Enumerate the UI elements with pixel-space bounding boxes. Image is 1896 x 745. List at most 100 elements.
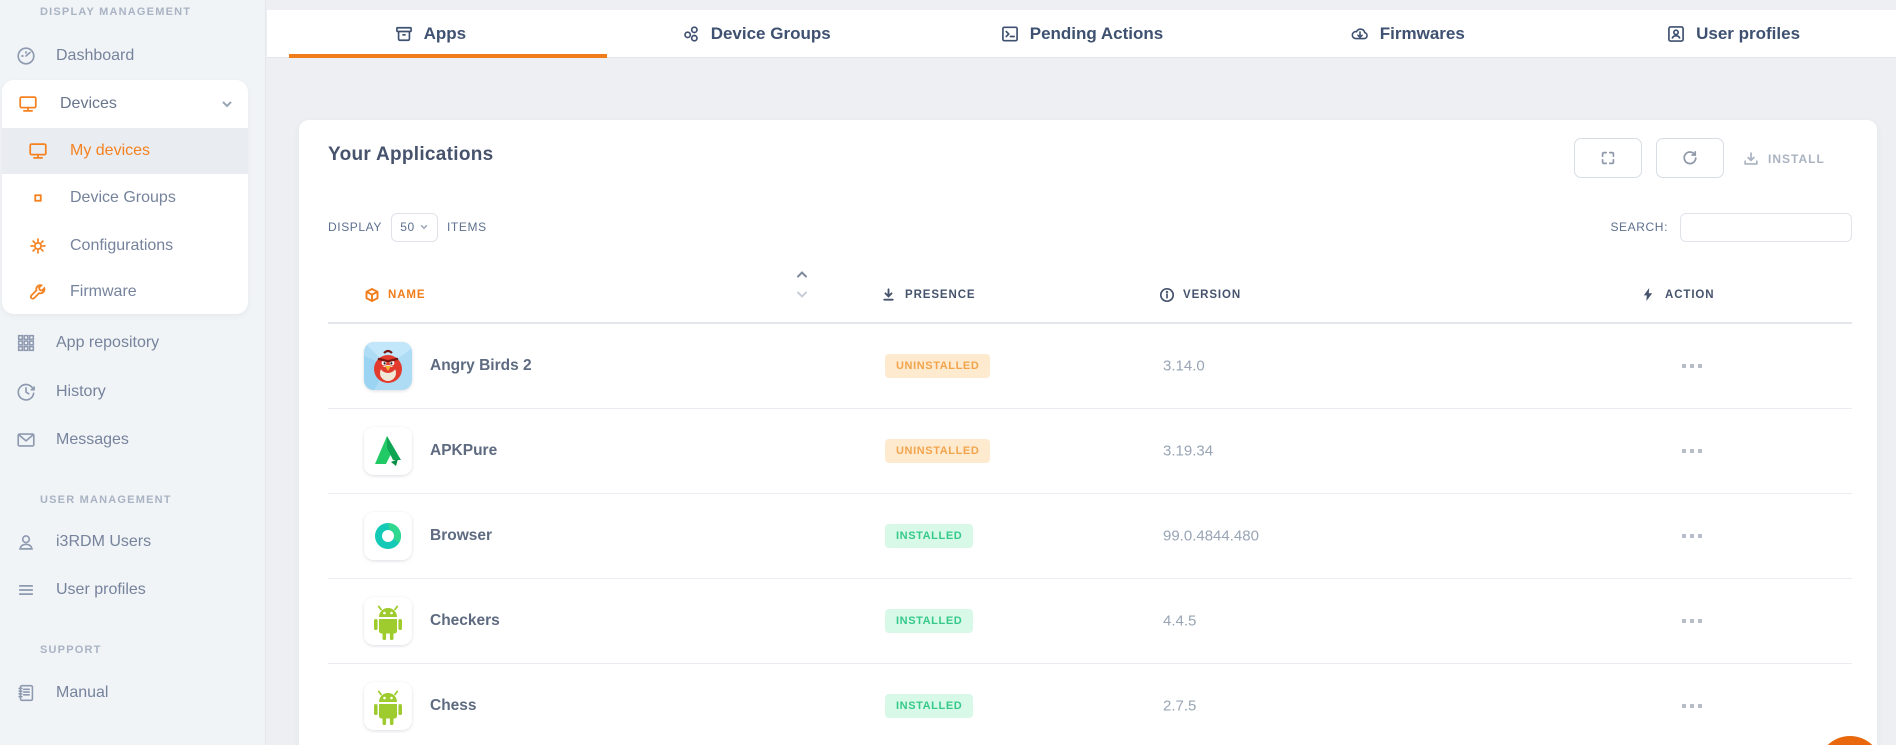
sidebar-item-device-groups[interactable]: Device Groups — [2, 178, 248, 218]
sidebar-item-history[interactable]: History — [0, 372, 266, 412]
table-header: NAME PRESENCE VERSION — [299, 280, 1877, 310]
tab-apps[interactable]: Apps — [267, 10, 593, 57]
monitor-icon — [16, 92, 40, 116]
small-square-icon — [26, 186, 50, 210]
sidebar-item-label: Devices — [60, 95, 117, 113]
app-name: Browser — [430, 527, 492, 545]
sidebar-item-label: Dashboard — [56, 47, 134, 65]
sidebar-item-user-profiles[interactable]: User profiles — [0, 570, 266, 610]
sidebar-item-my-devices[interactable]: My devices — [2, 128, 248, 174]
table-row[interactable]: Browser INSTALLED 99.0.4844.480 — [328, 493, 1852, 578]
list-lines-icon — [14, 578, 38, 602]
sidebar-item-label: Manual — [56, 684, 108, 702]
sidebar-item-configurations[interactable]: Configurations — [2, 226, 248, 266]
app-name: Chess — [430, 697, 477, 715]
sidebar-item-label: History — [56, 383, 106, 401]
refresh-button[interactable] — [1656, 138, 1724, 178]
row-actions-menu-icon[interactable] — [1682, 449, 1702, 453]
sidebar-section-support: SUPPORT — [40, 644, 102, 656]
table-row[interactable]: APKPure UNINSTALLED 3.19.34 — [328, 408, 1852, 493]
tab-user-profiles[interactable]: User profiles — [1570, 10, 1896, 57]
page-size-value: 50 — [400, 220, 415, 234]
sidebar-item-label: i3RDM Users — [56, 533, 151, 551]
tab-firmwares[interactable]: Firmwares — [1244, 10, 1570, 57]
presence-badge: INSTALLED — [885, 524, 973, 548]
presence-badge: UNINSTALLED — [885, 439, 990, 463]
install-label: INSTALL — [1768, 152, 1825, 166]
chevron-down-icon — [419, 222, 429, 232]
info-icon — [1159, 287, 1175, 303]
sidebar-item-i3rdm-users[interactable]: i3RDM Users — [0, 522, 266, 562]
wrench-icon — [26, 280, 50, 304]
table-row[interactable]: Checkers INSTALLED 4.4.5 — [328, 578, 1852, 663]
angry-birds-app-icon — [364, 342, 412, 390]
table-row[interactable]: Angry Birds 2 UNINSTALLED 3.14.0 — [328, 323, 1852, 408]
sidebar-item-label: Messages — [56, 431, 129, 449]
chevron-down-icon — [220, 97, 234, 111]
install-download-icon — [1742, 150, 1760, 168]
grid-icon — [14, 331, 38, 355]
column-label: NAME — [388, 289, 425, 301]
page-size-select[interactable]: 50 — [391, 213, 438, 242]
install-button[interactable]: INSTALL — [1742, 148, 1825, 170]
manual-book-icon — [14, 681, 38, 705]
tab-label: Pending Actions — [1030, 24, 1164, 44]
cloud-download-icon — [1350, 24, 1370, 44]
search-input[interactable] — [1680, 213, 1852, 242]
sidebar-section-display-management: DISPLAY MANAGEMENT — [40, 6, 191, 18]
sidebar-item-manual[interactable]: Manual — [0, 673, 266, 713]
tab-label: User profiles — [1696, 24, 1800, 44]
monitor-icon — [26, 139, 50, 163]
column-header-presence[interactable]: PRESENCE — [881, 280, 975, 310]
row-actions-menu-icon[interactable] — [1682, 619, 1702, 623]
sidebar-item-devices[interactable]: Devices — [2, 84, 248, 124]
row-actions-menu-icon[interactable] — [1682, 704, 1702, 708]
history-clock-icon — [14, 380, 38, 404]
envelope-icon — [14, 428, 38, 452]
fullscreen-button[interactable] — [1574, 138, 1642, 178]
column-header-action[interactable]: ACTION — [1641, 280, 1714, 310]
sidebar-item-messages[interactable]: Messages — [0, 420, 266, 460]
app-version: 99.0.4844.480 — [1163, 528, 1259, 545]
column-label: VERSION — [1183, 289, 1241, 301]
fullscreen-icon — [1599, 149, 1617, 167]
row-actions-menu-icon[interactable] — [1682, 364, 1702, 368]
checkers-android-app-icon — [364, 597, 412, 645]
tab-device-groups[interactable]: Device Groups — [593, 10, 919, 57]
sort-ascending-icon[interactable] — [796, 270, 808, 279]
items-label: ITEMS — [447, 220, 487, 234]
display-label: DISPLAY — [328, 220, 382, 234]
refresh-icon — [1681, 149, 1699, 167]
display-management-app: DISPLAY MANAGEMENT Dashboard Devices — [0, 0, 1896, 745]
sidebar-item-label: Firmware — [70, 283, 137, 301]
presence-badge: INSTALLED — [885, 694, 973, 718]
column-label: PRESENCE — [905, 289, 975, 301]
browser-app-icon — [364, 512, 412, 560]
user-badge-icon — [1666, 24, 1686, 44]
search-label: SEARCH: — [1610, 220, 1668, 234]
presence-badge: INSTALLED — [885, 609, 973, 633]
app-version: 2.7.5 — [1163, 698, 1196, 715]
sidebar-item-app-repository[interactable]: App repository — [0, 323, 266, 363]
tab-label: Device Groups — [711, 24, 831, 44]
row-actions-menu-icon[interactable] — [1682, 534, 1702, 538]
page-title: Your Applications — [328, 144, 494, 166]
top-tabbar: Apps Device Groups Pending Actions Firmw… — [267, 10, 1896, 58]
gear-icon — [26, 234, 50, 258]
sort-descending-icon[interactable] — [796, 290, 808, 299]
sidebar-item-label: User profiles — [56, 581, 146, 599]
sidebar-section-user-management: USER MANAGEMENT — [40, 494, 172, 506]
archive-box-icon — [394, 24, 414, 44]
column-label: ACTION — [1665, 289, 1714, 301]
sidebar-item-dashboard[interactable]: Dashboard — [0, 36, 266, 76]
chess-android-app-icon — [364, 682, 412, 730]
devices-submenu-card: Devices My devices Device Groups — [2, 80, 248, 314]
tab-pending-actions[interactable]: Pending Actions — [919, 10, 1245, 57]
page-size-control: DISPLAY 50 ITEMS — [328, 212, 487, 242]
column-header-version[interactable]: VERSION — [1159, 280, 1241, 310]
app-name: Angry Birds 2 — [430, 357, 532, 375]
column-header-name[interactable]: NAME — [364, 280, 425, 310]
table-row[interactable]: Chess INSTALLED 2.7.5 — [328, 663, 1852, 745]
sidebar-item-firmware[interactable]: Firmware — [2, 272, 248, 312]
sidebar-item-label: My devices — [70, 142, 150, 160]
